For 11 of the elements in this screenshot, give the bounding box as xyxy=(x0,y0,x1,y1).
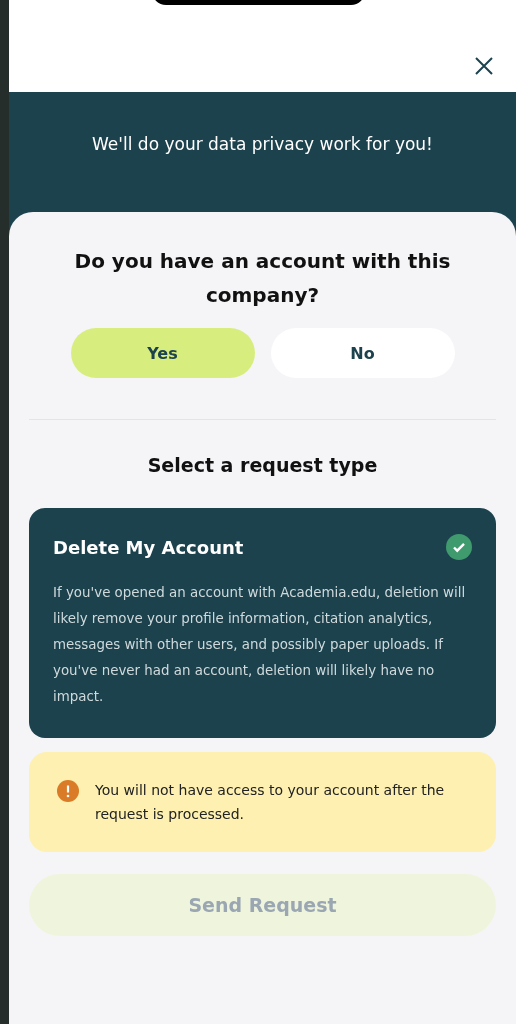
answer-option[interactable]: Yes xyxy=(70,328,255,378)
answer-option[interactable]: No xyxy=(270,328,455,378)
section-heading: Select a request type xyxy=(146,454,379,476)
page-subtitle: We'll do your data privacy work for you! xyxy=(92,134,433,154)
alert-icon xyxy=(57,780,79,802)
request-type-description: If you've opened an account with Academia.edu, deletion will likely remove your profile information, citation analytics, messages with other users, and possibly paper uploads. If you've never had an account, deletion will likely have no impact. xyxy=(53,584,467,706)
request-type-title: Delete My Account xyxy=(53,536,244,558)
warning-text: You will not have access to your account after the request is processed. xyxy=(95,781,446,824)
question-heading: Do you have an account with this company? xyxy=(73,248,452,309)
check-circle-icon xyxy=(446,534,472,560)
request-type-card[interactable] xyxy=(29,508,496,738)
